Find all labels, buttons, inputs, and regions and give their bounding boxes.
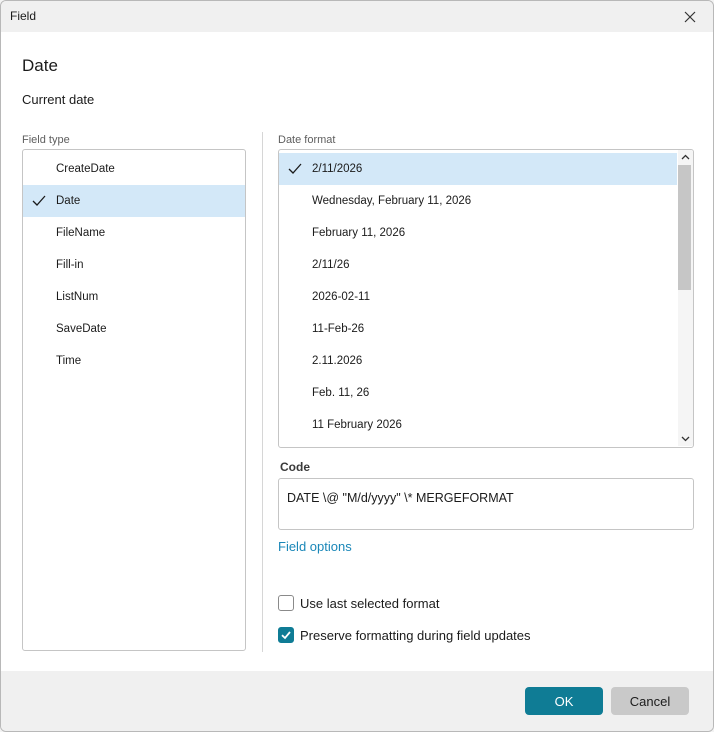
checkmark-icon	[281, 631, 291, 640]
date-format-item[interactable]: Wednesday, February 11, 2026	[279, 185, 677, 217]
date-format-item-label: Feb. 11, 26	[312, 387, 370, 399]
date-format-item-label: 2/11/26	[312, 259, 350, 271]
field-type-item[interactable]: ListNum	[23, 281, 245, 313]
cancel-button[interactable]: Cancel	[611, 687, 689, 715]
title-bar: Field	[1, 1, 713, 32]
date-format-item[interactable]: 2/11/26	[279, 249, 677, 281]
close-button[interactable]	[667, 1, 713, 32]
check-icon	[288, 163, 302, 174]
date-format-scrollbar[interactable]	[678, 150, 693, 446]
field-type-item-label: SaveDate	[56, 323, 107, 335]
date-format-item-label: 2.11.2026	[312, 355, 363, 367]
window-title: Field	[10, 9, 37, 23]
page-title: Date	[22, 56, 58, 75]
field-type-item-label: Date	[56, 195, 81, 207]
field-type-item-label: CreateDate	[56, 163, 115, 175]
date-format-item-label: 11 February 2026	[312, 419, 402, 431]
preserve-formatting-label: Preserve formatting during field updates	[300, 628, 531, 643]
date-format-item[interactable]: 11 February 2026	[279, 409, 677, 441]
date-format-item[interactable]: 2/11/2026	[279, 153, 677, 185]
date-format-item-label: 11-Feb-26	[312, 323, 365, 335]
field-type-list[interactable]: CreateDate Date FileName Fill-in ListNum Save…	[22, 149, 246, 651]
field-options-link[interactable]: Field options	[278, 539, 352, 554]
code-field[interactable]: DATE \@ "M/d/yyyy" \* MERGEFORMAT	[278, 478, 694, 530]
date-format-item[interactable]: Feb. 11, 26	[279, 377, 677, 409]
ok-button[interactable]: OK	[525, 687, 603, 715]
scroll-down-icon[interactable]	[680, 433, 691, 444]
field-type-label: Field type	[22, 134, 70, 146]
field-type-item-label: ListNum	[56, 291, 99, 303]
field-type-item[interactable]: Date	[23, 185, 245, 217]
use-last-format-checkbox[interactable]	[278, 595, 294, 611]
date-format-item[interactable]: 2.11.2026	[279, 345, 677, 377]
date-format-item-label: February 11, 2026	[312, 227, 406, 239]
scroll-up-icon[interactable]	[680, 152, 691, 163]
use-last-format-label: Use last selected format	[300, 596, 440, 611]
scroll-thumb[interactable]	[678, 165, 691, 290]
date-format-label: Date format	[278, 134, 336, 146]
divider	[262, 132, 263, 652]
field-type-item[interactable]: FileName	[23, 217, 245, 249]
date-format-item-label: Wednesday, February 11, 2026	[312, 195, 472, 207]
date-format-item[interactable]: 2026-02-11	[279, 281, 677, 313]
close-icon	[684, 11, 696, 22]
code-label: Code	[280, 460, 310, 474]
field-dialog: Field Date Current date Field type Creat…	[0, 0, 714, 732]
date-format-item-label: 2026-02-11	[312, 291, 370, 303]
field-type-item-label: Fill-in	[56, 259, 84, 271]
field-type-item[interactable]: Time	[23, 345, 245, 377]
preserve-formatting-checkbox[interactable]	[278, 627, 294, 643]
field-type-item[interactable]: CreateDate	[23, 153, 245, 185]
date-format-item-label: 2/11/2026	[312, 163, 363, 175]
date-format-item[interactable]: February 11, 2026	[279, 217, 677, 249]
dialog-footer: OK Cancel	[1, 671, 713, 731]
field-type-item[interactable]: Fill-in	[23, 249, 245, 281]
field-type-item[interactable]: SaveDate	[23, 313, 245, 345]
field-type-item-label: Time	[56, 355, 82, 367]
code-value: DATE \@ "M/d/yyyy" \* MERGEFORMAT	[287, 491, 514, 505]
check-icon	[32, 195, 46, 206]
field-type-item-label: FileName	[56, 227, 106, 239]
dialog-content: Date Current date Field type CreateDate D…	[1, 32, 713, 671]
date-format-list[interactable]: 2/11/2026 Wednesday, February 11, 2026 Feb…	[278, 149, 694, 448]
field-description: Current date	[22, 92, 95, 107]
date-format-item[interactable]: 11-Feb-26	[279, 313, 677, 345]
